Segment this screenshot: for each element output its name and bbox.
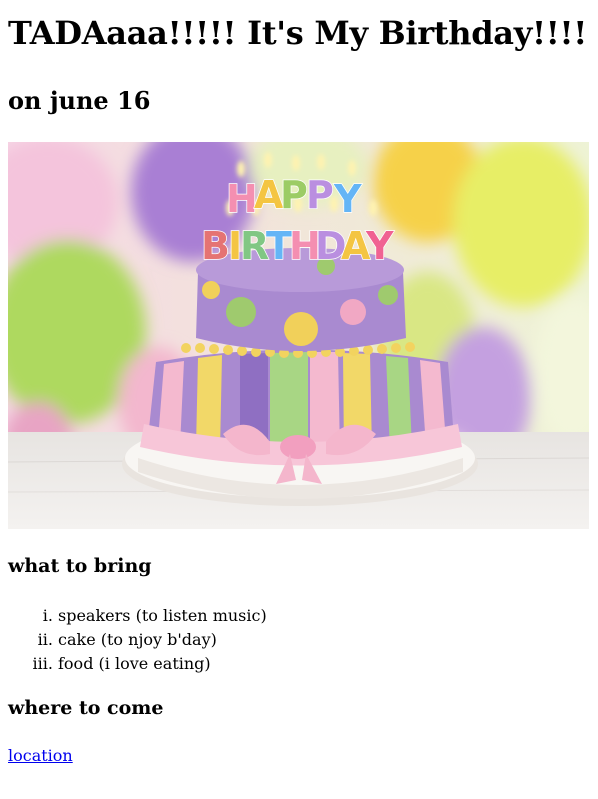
svg-text:P: P — [280, 173, 308, 217]
location-link[interactable]: location — [8, 746, 73, 765]
svg-text:B: B — [201, 224, 230, 268]
bring-list: speakers (to listen music) cake (to njoy… — [8, 604, 267, 676]
svg-text:P: P — [306, 173, 334, 217]
what-to-bring-heading: what to bring — [8, 555, 152, 577]
svg-text:Y: Y — [333, 177, 362, 221]
list-item: speakers (to listen music) — [58, 604, 267, 628]
svg-text:Y: Y — [365, 224, 394, 268]
list-item: cake (to njoy b'day) — [58, 628, 267, 652]
where-to-come-heading: where to come — [8, 697, 164, 719]
list-item: food (i love eating) — [58, 652, 267, 676]
party-date: on june 16 — [8, 86, 151, 115]
page-title: TADAaaa!!!!! It's My Birthday!!!! — [8, 14, 588, 52]
svg-text:R: R — [240, 224, 269, 268]
birthday-cake-image: H A P P Y B I R T H D A Y — [8, 142, 589, 529]
